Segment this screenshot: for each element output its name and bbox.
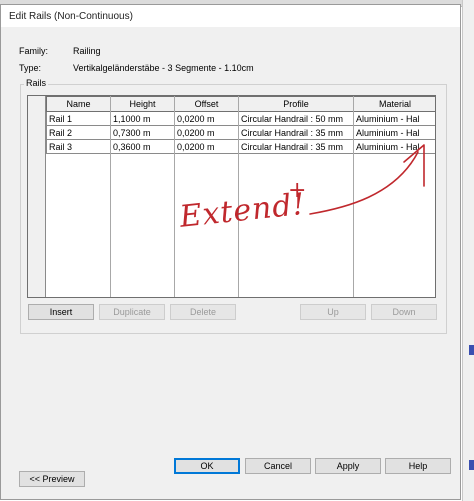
- cell-profile[interactable]: Circular Handrail : 50 mm: [238, 111, 354, 126]
- duplicate-button[interactable]: Duplicate: [99, 304, 165, 320]
- column-divider: [353, 96, 354, 297]
- table-header-row: Name Height Offset Profile Material: [28, 96, 435, 112]
- preview-button[interactable]: << Preview: [19, 471, 85, 487]
- cell-name[interactable]: Rail 1: [46, 111, 111, 126]
- cell-height[interactable]: 0,3600 m: [110, 139, 175, 154]
- cell-height[interactable]: 0,7300 m: [110, 125, 175, 140]
- cell-material[interactable]: Aluminium - Hal: [353, 111, 435, 126]
- help-button[interactable]: Help: [385, 458, 451, 474]
- cell-material[interactable]: Aluminium - Hal: [353, 139, 435, 154]
- annotation-plus: +: [288, 178, 307, 203]
- type-value: Vertikalgeländerstäbe - 3 Segmente - 1.1…: [73, 63, 254, 73]
- column-header-material[interactable]: Material: [353, 96, 435, 112]
- family-value: Railing: [73, 46, 101, 56]
- delete-button[interactable]: Delete: [170, 304, 236, 320]
- column-divider: [110, 96, 111, 297]
- table-row[interactable]: 1 Rail 1 1,1000 m 0,0200 m Circular Hand…: [28, 111, 435, 126]
- ok-button[interactable]: OK: [174, 458, 240, 474]
- family-label: Family:: [19, 46, 48, 56]
- edit-rails-dialog: Edit Rails (Non-Continuous) Family: Rail…: [0, 4, 461, 500]
- cell-height[interactable]: 1,1000 m: [110, 111, 175, 126]
- type-label: Type:: [19, 63, 42, 73]
- title-bar[interactable]: Edit Rails (Non-Continuous): [1, 5, 460, 27]
- table-row[interactable]: 2 Rail 2 0,7300 m 0,0200 m Circular Hand…: [28, 125, 435, 140]
- cell-name[interactable]: Rail 3: [46, 139, 111, 154]
- cell-offset[interactable]: 0,0200 m: [174, 111, 239, 126]
- insert-button[interactable]: Insert: [28, 304, 94, 320]
- rails-table: Name Height Offset Profile Material 1 Ra…: [28, 96, 435, 154]
- window-title: Edit Rails (Non-Continuous): [9, 11, 133, 22]
- column-header-height[interactable]: Height: [110, 96, 175, 112]
- column-header-profile[interactable]: Profile: [238, 96, 354, 112]
- cell-profile[interactable]: Circular Handrail : 35 mm: [238, 139, 354, 154]
- column-header-offset[interactable]: Offset: [174, 96, 239, 112]
- background-marker: [469, 345, 474, 355]
- background-marker: [469, 460, 474, 470]
- cell-name[interactable]: Rail 2: [46, 125, 111, 140]
- up-button[interactable]: Up: [300, 304, 366, 320]
- table-row[interactable]: 3 Rail 3 0,3600 m 0,0200 m Circular Hand…: [28, 139, 435, 154]
- column-header-name[interactable]: Name: [46, 96, 111, 112]
- cell-offset[interactable]: 0,0200 m: [174, 139, 239, 154]
- background-app-edge: [462, 0, 474, 501]
- row-header-column: [28, 96, 46, 297]
- cell-material[interactable]: Aluminium - Hal: [353, 125, 435, 140]
- cell-offset[interactable]: 0,0200 m: [174, 125, 239, 140]
- apply-button[interactable]: Apply: [315, 458, 381, 474]
- rails-group-label: Rails: [24, 78, 49, 88]
- cancel-button[interactable]: Cancel: [245, 458, 311, 474]
- column-divider: [174, 96, 175, 297]
- cell-profile[interactable]: Circular Handrail : 35 mm: [238, 125, 354, 140]
- down-button[interactable]: Down: [371, 304, 437, 320]
